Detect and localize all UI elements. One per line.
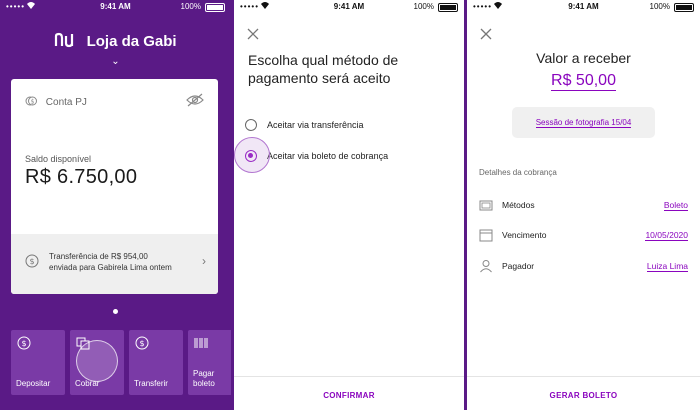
- transfer-notice-text: Transferência de R$ 954,00 enviada para …: [49, 251, 199, 273]
- detail-row-payer[interactable]: Pagador Luiza Lima: [479, 259, 688, 275]
- balance-label: Saldo disponível: [25, 154, 92, 164]
- option-transfer[interactable]: Aceitar via transferência: [245, 119, 364, 131]
- transfer-notice-line2: enviada para Gabirela Lima ontem: [49, 263, 172, 272]
- account-card[interactable]: $ Conta PJ Saldo disponível R$ 6.750,00 …: [11, 79, 218, 294]
- battery-icon: [438, 3, 458, 12]
- account-switcher[interactable]: Loja da Gabi: [0, 32, 231, 50]
- detail-label: Métodos: [502, 200, 535, 210]
- svg-text:$: $: [31, 98, 35, 105]
- touch-indicator: [76, 340, 118, 382]
- detail-value: Boleto: [663, 200, 688, 211]
- battery-percent: 100%: [649, 2, 670, 11]
- money-icon: $: [25, 254, 39, 268]
- generate-boleto-button[interactable]: GERAR BOLETO: [467, 376, 700, 410]
- chevron-down-icon[interactable]: ⌄: [0, 56, 231, 67]
- deposit-label: Depositar: [16, 379, 51, 388]
- chevron-right-icon: ›: [202, 254, 206, 268]
- status-bar: ••••• 9:41 AM 100%: [234, 0, 464, 14]
- account-type: $ Conta PJ: [25, 95, 87, 108]
- description-text: Sessão de fotografia 15/04: [535, 118, 632, 128]
- coins-icon: $: [25, 96, 37, 106]
- svg-text:$: $: [21, 339, 26, 348]
- boleto-icon: [479, 200, 493, 211]
- status-bar: ••••• 9:41 AM 100%: [0, 0, 231, 14]
- detail-value: 10/05/2020: [645, 230, 688, 241]
- close-icon[interactable]: [246, 27, 260, 41]
- quick-actions: $ Depositar Cobrar $ Transferir Pagar bol…: [11, 330, 231, 395]
- pay-bill-button[interactable]: Pagar boleto: [188, 330, 231, 395]
- hide-balance-eye-icon[interactable]: [186, 93, 204, 107]
- charge-summary-screen: ••••• 9:41 AM 100% Valor a receber R$ 50…: [467, 0, 700, 410]
- transfer-icon: $: [135, 336, 149, 350]
- balance-amount: R$ 6.750,00: [25, 166, 138, 188]
- home-screen: ••••• 9:41 AM 100% Loja da Gabi ⌄ $ Cont…: [0, 0, 231, 410]
- business-name: Loja da Gabi: [86, 33, 177, 50]
- confirm-button[interactable]: CONFIRMAR: [234, 376, 464, 410]
- status-bar: ••••• 9:41 AM 100%: [467, 0, 700, 14]
- detail-row-due-date[interactable]: Vencimento 10/05/2020: [479, 228, 688, 244]
- option-transfer-label: Aceitar via transferência: [267, 120, 364, 130]
- amount-value[interactable]: R$ 50,00: [467, 72, 700, 91]
- svg-text:$: $: [139, 339, 144, 348]
- option-boleto-label: Aceitar via boleto de cobrança: [267, 151, 389, 161]
- deposit-icon: $: [17, 336, 31, 350]
- barcode-icon: [194, 338, 208, 348]
- person-icon: [480, 260, 492, 273]
- details-header: Detalhes da cobrança: [479, 168, 557, 177]
- calendar-icon: [479, 229, 493, 242]
- recent-transfer-notice[interactable]: $ Transferência de R$ 954,00 enviada par…: [11, 234, 218, 294]
- detail-label: Vencimento: [502, 230, 547, 240]
- deposit-button[interactable]: $ Depositar: [11, 330, 65, 395]
- radio-transfer[interactable]: [245, 119, 257, 131]
- amount-text: R$ 50,00: [551, 72, 616, 91]
- detail-value: Luiza Lima: [646, 261, 688, 272]
- account-type-label: Conta PJ: [45, 97, 87, 108]
- battery-percent: 100%: [413, 2, 434, 11]
- detail-row-methods[interactable]: Métodos Boleto: [479, 198, 688, 214]
- page-title: Escolha qual método de pagamento será ac…: [248, 52, 399, 86]
- battery-percent: 100%: [180, 2, 201, 11]
- transfer-label: Transferir: [134, 379, 168, 388]
- battery-icon: [674, 3, 694, 12]
- nubank-logo-icon: [55, 32, 74, 48]
- page-title: Valor a receber: [536, 50, 631, 66]
- pay-bill-label: Pagar boleto: [193, 369, 215, 388]
- transfer-button[interactable]: $ Transferir: [129, 330, 183, 395]
- close-icon[interactable]: [479, 27, 493, 41]
- payment-method-screen: ••••• 9:41 AM 100% Escolha qual método d…: [234, 0, 464, 410]
- description-pill[interactable]: Sessão de fotografia 15/04: [512, 107, 655, 138]
- transfer-notice-line1: Transferência de R$ 954,00: [49, 252, 148, 261]
- svg-text:$: $: [29, 257, 34, 266]
- detail-label: Pagador: [502, 261, 535, 271]
- battery-icon: [205, 3, 225, 12]
- carousel-indicator: [113, 309, 118, 314]
- touch-indicator: [234, 137, 270, 173]
